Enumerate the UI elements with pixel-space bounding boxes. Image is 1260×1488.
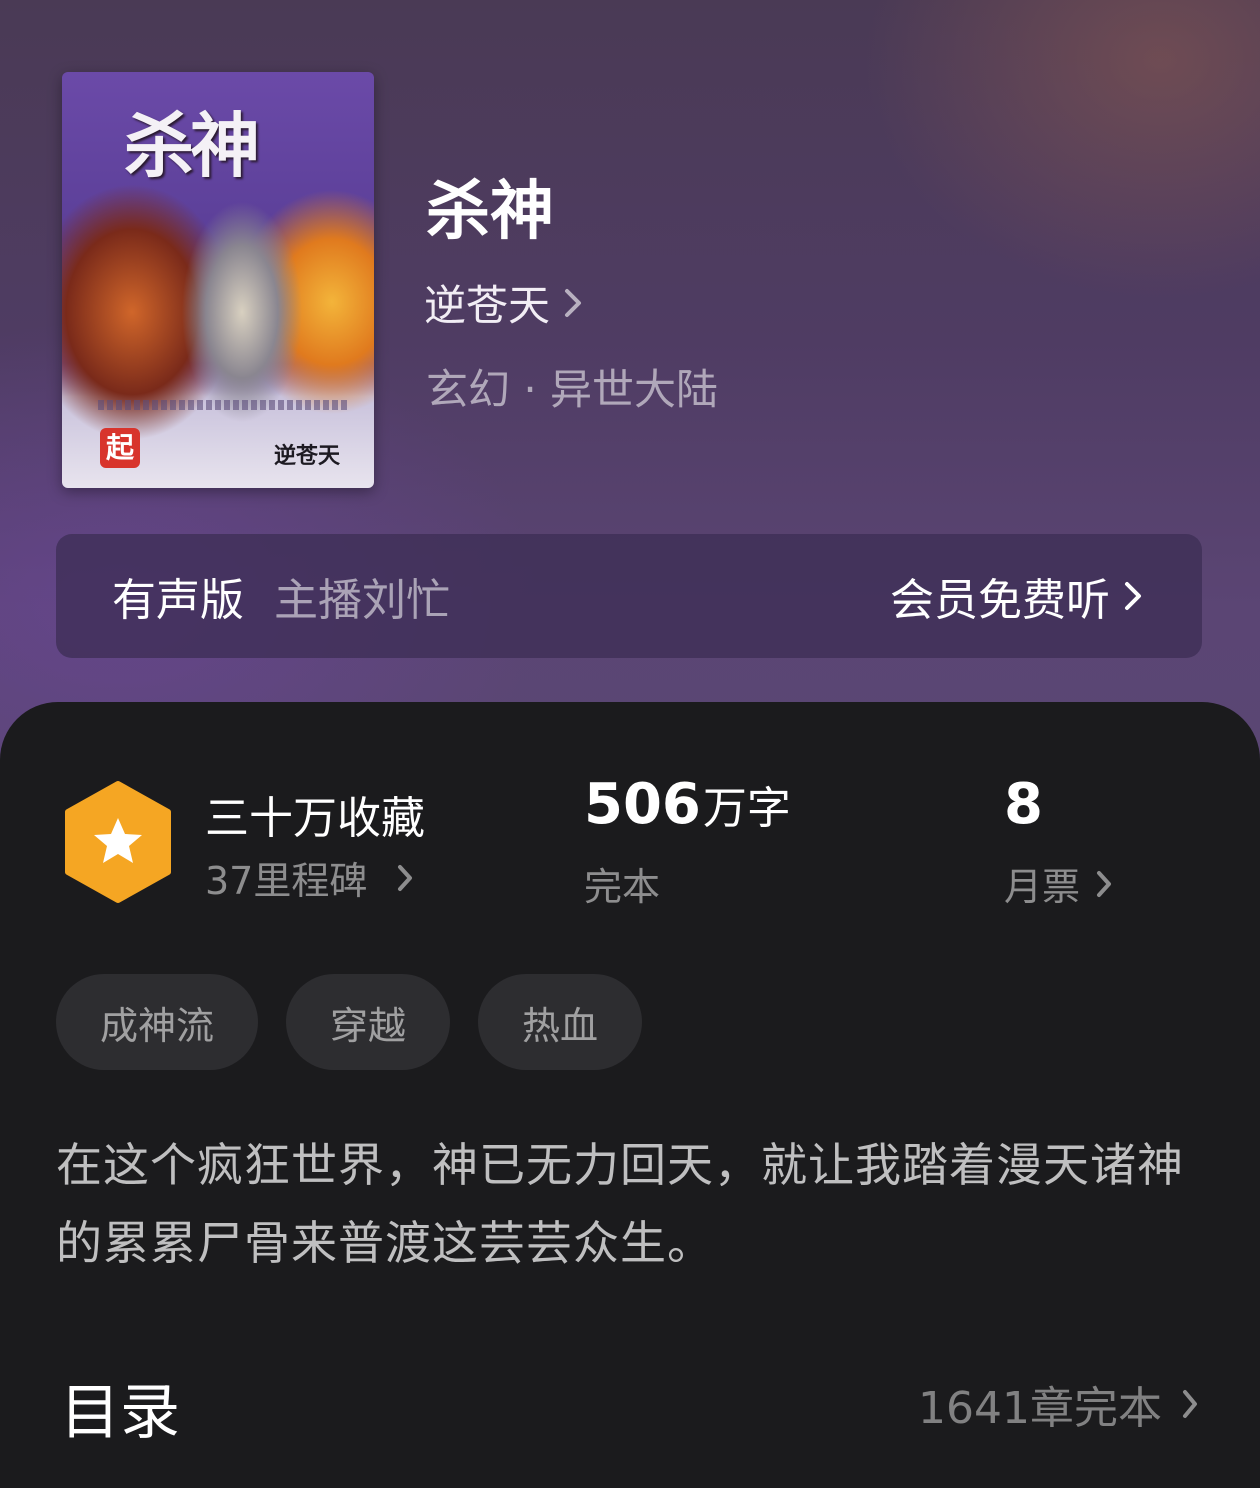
member-free-listen-button[interactable]: 会员免费听 xyxy=(890,564,1142,628)
word-count-number: 506 xyxy=(584,772,701,837)
cover-title: 杀神 xyxy=(124,104,260,187)
cover-decoration xyxy=(98,400,348,410)
milestones-link[interactable]: 37里程碑 xyxy=(205,850,413,905)
chevron-right-icon xyxy=(398,864,413,891)
chapter-count: 1641章完本 xyxy=(918,1383,1162,1434)
book-cover[interactable]: 杀神 起 逆苍天 xyxy=(62,72,374,488)
completion-status: 完本 xyxy=(584,865,661,909)
chevron-right-icon xyxy=(565,288,582,317)
member-free-listen-label: 会员免费听 xyxy=(890,575,1110,626)
cover-publisher-badge: 起 xyxy=(100,428,140,468)
chevron-right-icon xyxy=(1097,870,1112,897)
cover-author: 逆苍天 xyxy=(274,444,341,469)
favorites-count: 三十万收藏 xyxy=(205,793,425,844)
book-description[interactable]: 在这个疯狂世界，神已无力回天，就让我踏着漫天诸神的累累尸骨来普渡这芸芸众生。 xyxy=(56,1126,1206,1282)
audio-anchor: 主播刘忙 xyxy=(274,575,450,626)
author-name: 逆苍天 xyxy=(424,281,551,330)
author-link[interactable]: 逆苍天 xyxy=(424,272,582,333)
chevron-right-icon xyxy=(1183,1390,1197,1418)
milestones-label: 37里程碑 xyxy=(205,859,368,903)
word-count: 506 万字 xyxy=(584,772,791,837)
chevron-right-icon xyxy=(1125,582,1141,610)
book-title: 杀神 xyxy=(426,174,554,249)
monthly-votes-count: 8 xyxy=(1004,772,1043,837)
star-badge-icon xyxy=(65,781,171,903)
audio-label: 有声版 xyxy=(112,575,244,626)
table-of-contents-title: 目录 xyxy=(60,1378,180,1448)
book-genre: 玄幻 · 异世大陆 xyxy=(426,365,719,414)
word-count-unit: 万字 xyxy=(702,783,791,834)
table-of-contents-link[interactable]: 1641章完本 xyxy=(918,1372,1198,1436)
audio-version-bar[interactable]: 有声版 主播刘忙 会员免费听 xyxy=(56,534,1202,658)
tag-chip[interactable]: 成神流 xyxy=(56,974,259,1070)
tag-chip[interactable]: 热血 xyxy=(478,974,643,1070)
tag-list: 成神流 穿越 热血 xyxy=(56,974,643,1070)
monthly-votes-link[interactable]: 月票 xyxy=(1004,856,1112,911)
monthly-votes-label: 月票 xyxy=(1004,865,1081,909)
tag-chip[interactable]: 穿越 xyxy=(286,974,451,1070)
